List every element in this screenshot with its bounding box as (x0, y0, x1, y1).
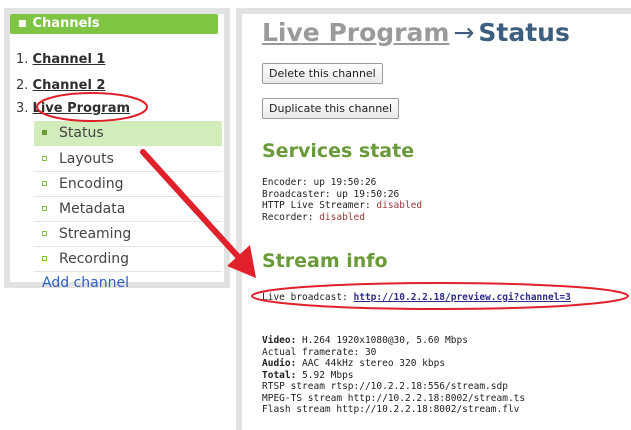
channel-link-2[interactable]: 2. Channel 2 (16, 78, 105, 93)
sidebar-item-label: Recording (59, 251, 130, 267)
channel-number: 1. (16, 52, 29, 67)
duplicate-channel-button[interactable]: Duplicate this channel (262, 98, 399, 119)
total-label: Total: (262, 369, 297, 381)
channels-header: ■ Channels (10, 14, 218, 34)
services-state-heading: Services state (262, 140, 415, 162)
square-bullet-icon (42, 156, 47, 161)
sidebar-item-label: Status (59, 125, 104, 141)
square-bullet-icon (42, 231, 47, 236)
rtsp-stream-line: RTSP stream rtsp://10.2.2.18:556/stream.… (262, 381, 508, 392)
live-broadcast-link[interactable]: http://10.2.2.18/preview.cgi?channel=3 (354, 292, 571, 303)
flash-stream-line: Flash stream http://10.2.2.18:8002/strea… (262, 404, 520, 415)
services-state-block: Encoder: up 19:50:26 Broadcaster: up 19:… (262, 177, 422, 223)
channel-number: 3. (16, 101, 29, 116)
audio-label: Audio: (262, 358, 297, 369)
page-title-status: Status (478, 18, 570, 47)
sidebar-item-label: Layouts (59, 151, 114, 167)
video-value: H.264 1920x1080@30, 5.60 Mbps (296, 335, 468, 346)
sidebar-item-label: Encoding (59, 176, 124, 192)
sidebar-item-encoding[interactable]: Encoding (34, 172, 222, 197)
sidebar-item-label: Metadata (59, 201, 126, 217)
channels-header-label: Channels (32, 16, 100, 31)
encoder-status: Encoder: up 19:50:26 (262, 177, 377, 188)
stream-info-heading: Stream info (262, 250, 388, 272)
stream-details-block: Video: H.264 1920x1080@30, 5.60 Mbps Act… (262, 335, 525, 416)
mpegts-stream-line: MPEG-TS stream http://10.2.2.18:8002/str… (262, 392, 526, 404)
live-broadcast-label: Live broadcast: (262, 292, 354, 303)
add-channel-link[interactable]: Add channel (42, 275, 129, 291)
square-bullet-icon: ■ (18, 19, 27, 29)
video-label: Video: (262, 335, 297, 346)
http-streamer-label: HTTP Live Streamer: (262, 200, 377, 211)
broadcaster-status: Broadcaster: up 19:50:26 (262, 188, 400, 200)
sidebar-item-layouts[interactable]: Layouts (34, 147, 222, 172)
square-bullet-icon (42, 181, 47, 186)
sidebar-item-streaming[interactable]: Streaming (34, 222, 222, 247)
sidebar-item-status[interactable]: Status (34, 121, 222, 146)
channel-name[interactable]: Channel 1 (33, 52, 106, 67)
delete-channel-button[interactable]: Delete this channel (262, 63, 383, 84)
sidebar-item-label: Streaming (59, 226, 132, 242)
channel-link-1[interactable]: 1. Channel 1 (16, 52, 105, 67)
live-broadcast-line: Live broadcast: http://10.2.2.18/preview… (262, 292, 571, 304)
square-bullet-icon (42, 130, 47, 135)
total-value: 5.92 Mbps (296, 369, 354, 381)
channel-number: 2. (16, 78, 29, 93)
sidebar-item-metadata[interactable]: Metadata (34, 197, 222, 222)
page-title: Live Program → Status (262, 18, 570, 47)
breadcrumb-arrow: → (453, 18, 475, 47)
breadcrumb-live-program[interactable]: Live Program (262, 18, 449, 47)
http-streamer-status: disabled (376, 200, 423, 211)
recorder-label: Recorder: (262, 211, 320, 223)
channel-name[interactable]: Channel 2 (33, 78, 106, 93)
recorder-status: disabled (319, 211, 365, 223)
square-bullet-icon (42, 206, 47, 211)
framerate-line: Actual framerate: 30 (262, 346, 377, 358)
channel-link-3[interactable]: 3. Live Program (16, 101, 130, 116)
audio-value: AAC 44kHz stereo 320 kbps (296, 358, 446, 369)
square-bullet-icon (42, 256, 47, 261)
sidebar-item-recording[interactable]: Recording (34, 247, 222, 272)
channel-name[interactable]: Live Program (33, 101, 130, 116)
